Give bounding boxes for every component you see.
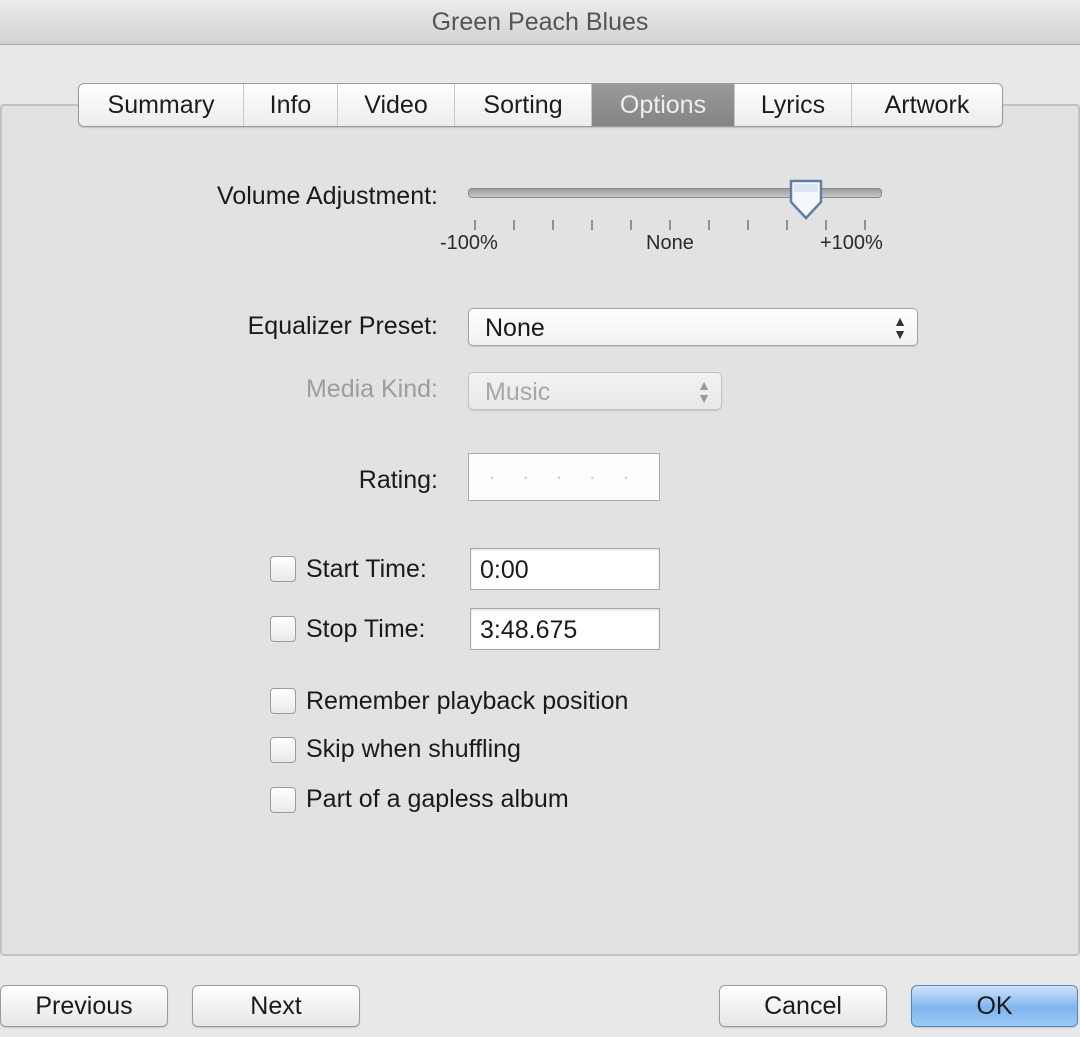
volume-tick bbox=[669, 220, 671, 230]
tab-options[interactable]: Options bbox=[592, 84, 735, 126]
volume-slider-thumb[interactable] bbox=[788, 178, 824, 222]
tab-bar: Summary Info Video Sorting Options Lyric… bbox=[78, 83, 1003, 127]
volume-tick bbox=[513, 220, 515, 230]
volume-label: Volume Adjustment: bbox=[217, 182, 438, 210]
cancel-button[interactable]: Cancel bbox=[719, 985, 887, 1027]
skip-shuffling-checkbox[interactable] bbox=[270, 737, 296, 763]
updown-arrows-icon: ▲ ▼ bbox=[697, 377, 711, 406]
next-button[interactable]: Next bbox=[192, 985, 360, 1027]
gapless-album-label: Part of a gapless album bbox=[306, 785, 569, 813]
stop-time-checkbox[interactable] bbox=[270, 616, 296, 642]
equalizer-label: Equalizer Preset: bbox=[247, 312, 438, 340]
volume-tick bbox=[552, 220, 554, 230]
media-kind-label: Media Kind: bbox=[305, 375, 438, 403]
volume-tick bbox=[864, 220, 866, 230]
remember-playback-label: Remember playback position bbox=[306, 687, 629, 715]
rating-stars[interactable]: · · · · · bbox=[468, 453, 660, 501]
start-time-field[interactable]: 0:00 bbox=[470, 548, 660, 590]
start-time-checkbox[interactable] bbox=[270, 556, 296, 582]
stop-time-label: Stop Time: bbox=[306, 615, 426, 643]
volume-tick bbox=[825, 220, 827, 230]
volume-tick bbox=[747, 220, 749, 230]
media-kind-select: Music ▲ ▼ bbox=[468, 372, 722, 410]
slider-thumb-icon bbox=[789, 179, 822, 220]
tab-artwork[interactable]: Artwork bbox=[852, 84, 1002, 126]
updown-arrows-icon: ▲ ▼ bbox=[893, 313, 907, 342]
volume-tick bbox=[591, 220, 593, 230]
volume-tick bbox=[630, 220, 632, 230]
volume-tick bbox=[474, 220, 476, 230]
volume-max-label: +100% bbox=[820, 232, 883, 254]
equalizer-value: None bbox=[485, 314, 545, 342]
ok-button[interactable]: OK bbox=[911, 985, 1078, 1027]
tab-summary[interactable]: Summary bbox=[79, 84, 244, 126]
tab-info[interactable]: Info bbox=[244, 84, 338, 126]
remember-playback-checkbox[interactable] bbox=[270, 688, 296, 714]
stop-time-field[interactable]: 3:48.675 bbox=[470, 608, 660, 650]
tab-video[interactable]: Video bbox=[338, 84, 455, 126]
equalizer-select[interactable]: None ▲ ▼ bbox=[468, 308, 918, 346]
volume-tick bbox=[708, 220, 710, 230]
gapless-album-checkbox[interactable] bbox=[270, 787, 296, 813]
volume-min-label: -100% bbox=[440, 232, 498, 254]
options-panel bbox=[0, 104, 1080, 956]
volume-mid-label: None bbox=[646, 232, 694, 254]
rating-label: Rating: bbox=[358, 466, 438, 494]
window-title: Green Peach Blues bbox=[0, 0, 1080, 45]
tab-lyrics[interactable]: Lyrics bbox=[735, 84, 852, 126]
tab-sorting[interactable]: Sorting bbox=[455, 84, 592, 126]
start-time-label: Start Time: bbox=[306, 555, 427, 583]
skip-shuffling-label: Skip when shuffling bbox=[306, 735, 521, 763]
previous-button[interactable]: Previous bbox=[0, 985, 168, 1027]
media-kind-value: Music bbox=[485, 378, 551, 406]
